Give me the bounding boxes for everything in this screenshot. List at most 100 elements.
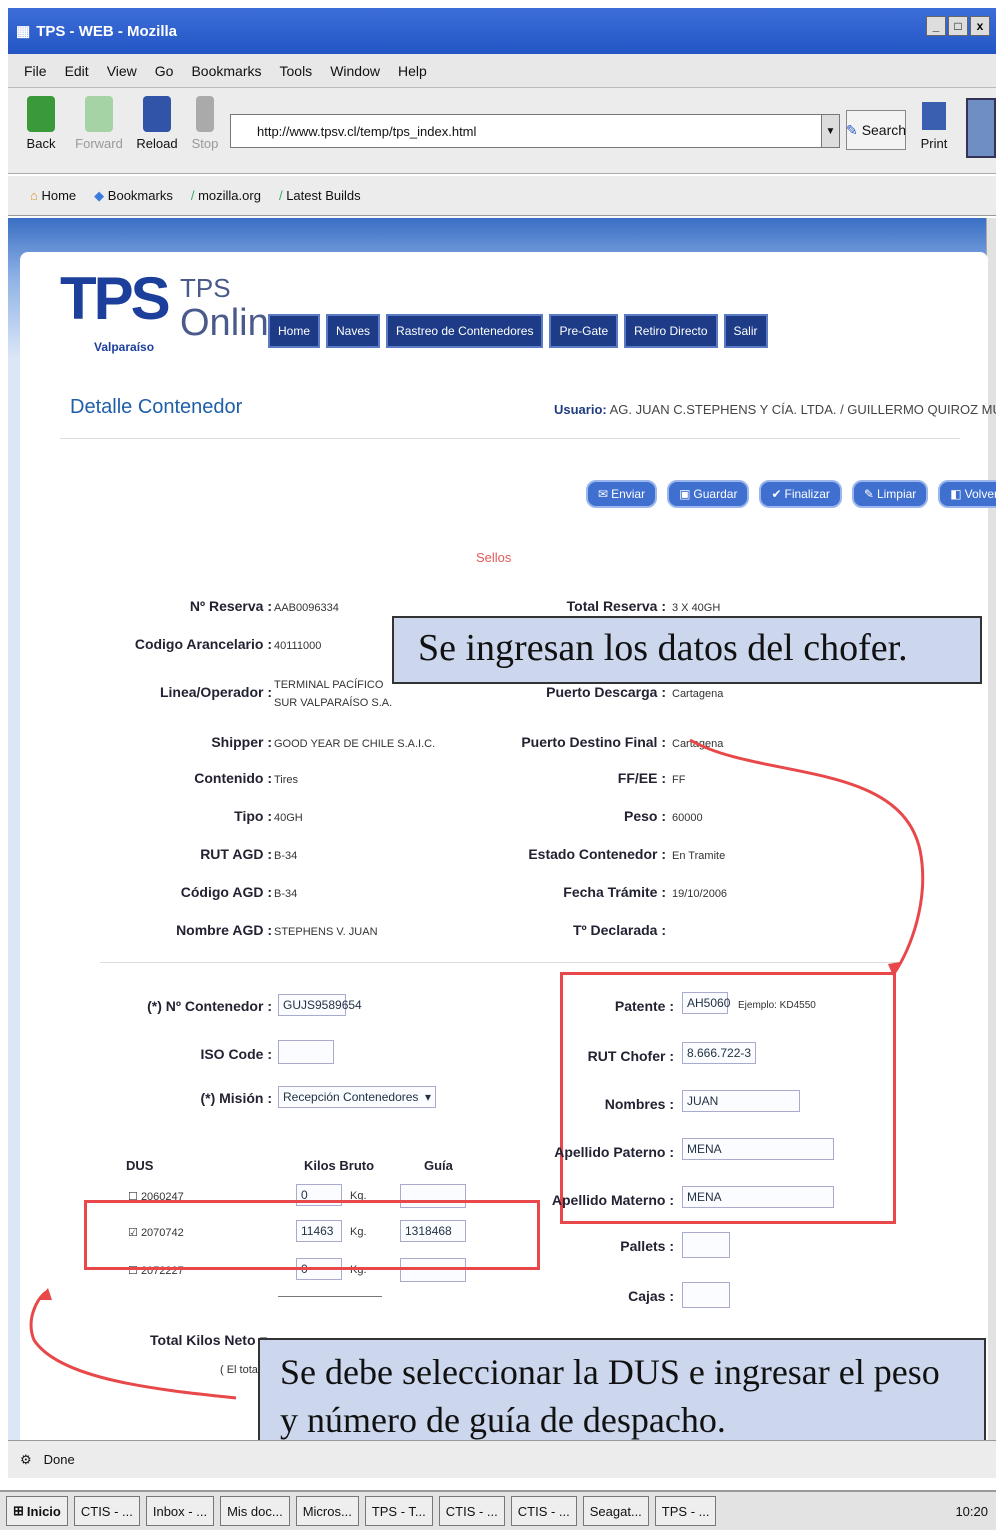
linea-label: Linea/Operador : (159, 684, 272, 700)
menu-file[interactable]: File (24, 63, 47, 79)
menu-tools[interactable]: Tools (280, 63, 313, 79)
menu-bookmarks[interactable]: Bookmarks (191, 63, 261, 79)
taskbar-item[interactable]: Inbox - ... (145, 1496, 215, 1526)
tps-logo: TPS Valparaíso (60, 264, 171, 354)
back-button[interactable]: Back (14, 96, 68, 151)
minimize-button[interactable]: _ (926, 16, 946, 36)
iso-label: ISO Code : (200, 1046, 272, 1062)
menu-naves[interactable]: Naves (326, 314, 381, 348)
menu-pregate[interactable]: Pre-Gate (549, 314, 619, 348)
search-icon: ✎ (845, 121, 858, 138)
bookmark-latest[interactable]: / Latest Builds (279, 188, 361, 203)
print-button[interactable]: Print (914, 102, 954, 151)
start-button[interactable]: ⊞ Inicio (6, 1496, 68, 1526)
user-label: Usuario: (554, 402, 607, 417)
peso-label: Peso : (623, 808, 666, 824)
url-dropdown-icon[interactable]: ▼ (821, 115, 839, 147)
codigo-agd-value: B-34 (274, 888, 298, 900)
nombre-agd-label: Nombre AGD : (176, 922, 272, 938)
taskbar-item[interactable]: CTIS - ... (438, 1496, 505, 1526)
codigo-agd-label: Código AGD : (180, 884, 272, 900)
start-label: Inicio (26, 1503, 61, 1519)
volver-button[interactable]: ◧ Volver (938, 480, 996, 508)
cajas-input[interactable] (682, 1282, 730, 1308)
fecha-label: Fecha Trámite : (563, 884, 666, 900)
enviar-label: Enviar (611, 487, 646, 501)
navigation-toolbar: Back Forward Reload Stop http://www.tpsv… (8, 88, 996, 174)
menu-retiro[interactable]: Retiro Directo (624, 314, 718, 348)
taskbar-item[interactable]: CTIS - ... (73, 1496, 140, 1526)
divider (60, 438, 960, 439)
taskbar-item[interactable]: CTIS - ... (510, 1496, 577, 1526)
maximize-button[interactable]: □ (948, 16, 968, 36)
taskbar-item[interactable]: TPS - T... (364, 1496, 433, 1526)
reload-button[interactable]: Reload (130, 96, 184, 151)
link-icon: / (190, 188, 195, 203)
menu-salir[interactable]: Salir (723, 314, 768, 348)
estado-label: Estado Contenedor : (528, 846, 666, 862)
back-arrow-icon (27, 96, 55, 132)
temp-label: Tº Declarada : (572, 922, 666, 938)
bookmark-mozilla[interactable]: / mozilla.org (191, 188, 261, 203)
menu-edit[interactable]: Edit (65, 63, 89, 79)
windows-logo-icon: ⊞ (13, 1503, 24, 1518)
annotation-driver: Se ingresan los datos del chofer. (392, 616, 982, 684)
nombres-label: Nombres : (604, 1096, 674, 1112)
bookmarks-icon: ◆ (94, 187, 105, 203)
taskbar-item[interactable]: Micros... (295, 1496, 359, 1526)
menu-go[interactable]: Go (155, 63, 174, 79)
kilos-header: Kilos Bruto (304, 1158, 375, 1173)
bookmark-bookmarks[interactable]: ◆ Bookmarks (94, 188, 173, 204)
search-button[interactable]: ✎ Search (846, 110, 906, 150)
total-kilos-label: Total Kilos Neto = (150, 1332, 268, 1348)
ffee-value: FF (672, 774, 686, 786)
guia-header: Guía (424, 1158, 453, 1173)
taskbar-item[interactable]: Mis doc... (220, 1496, 290, 1526)
paterno-input[interactable]: MENA (682, 1138, 834, 1160)
stop-button[interactable]: Stop (178, 96, 232, 151)
forward-label: Forward (75, 136, 123, 151)
menu-view[interactable]: View (107, 63, 137, 79)
volver-label: Volver (964, 487, 996, 501)
forward-button[interactable]: Forward (72, 96, 126, 151)
mision-select[interactable]: Recepción Contenedores ▾ (278, 1086, 436, 1108)
page-panel: TPS Valparaíso TPS Online Home Naves Ras… (20, 252, 996, 1440)
url-bar[interactable]: http://www.tpsv.cl/temp/tps_index.html ▼ (230, 114, 840, 148)
guardar-button[interactable]: ▣ Guardar (667, 480, 750, 508)
reload-label: Reload (136, 136, 178, 151)
patente-input[interactable]: AH5060 (682, 992, 730, 1014)
finalizar-button[interactable]: ✔ Finalizar (759, 480, 842, 508)
sellos-link[interactable]: Sellos (476, 550, 511, 565)
bookmark-home[interactable]: ⌂ Home (30, 188, 76, 203)
menu-help[interactable]: Help (398, 63, 427, 79)
taskbar-item[interactable]: Seagat... (582, 1496, 649, 1526)
rut-agd-value: B-34 (274, 850, 298, 862)
menu-rastreo[interactable]: Rastreo de Contenedores (386, 314, 544, 348)
pallets-input[interactable] (682, 1232, 730, 1258)
page-title: Detalle Contenedor (70, 396, 243, 418)
contenedor-input[interactable]: GUJS9589654 (278, 994, 362, 1016)
iso-input[interactable] (278, 1040, 334, 1064)
menu-home[interactable]: Home (268, 314, 321, 348)
eraser-icon: ✎ (863, 487, 874, 501)
materno-input[interactable]: MENA (682, 1186, 834, 1208)
reload-icon (143, 96, 171, 132)
patente-example: Ejemplo: KD4550 (738, 1000, 816, 1011)
shipper-label: Shipper : (211, 734, 272, 750)
throbber-icon (966, 98, 996, 158)
rut-chofer-input[interactable]: 8.666.722-3 (682, 1042, 756, 1064)
taskbar: ⊞ Inicio CTIS - ... Inbox - ... Mis doc..… (0, 1490, 996, 1530)
send-icon: ✉ (598, 487, 609, 501)
taskbar-item[interactable]: TPS - ... (654, 1496, 717, 1526)
arancelario-value: 40111000 (274, 640, 322, 652)
menu-window[interactable]: Window (330, 63, 380, 79)
puerto-descarga-label: Puerto Descarga : (546, 684, 666, 700)
close-button[interactable]: x (970, 16, 990, 36)
window-title: TPS - WEB - Mozilla (36, 22, 178, 40)
clock: 10:20 (955, 1503, 988, 1519)
enviar-button[interactable]: ✉ Enviar (586, 480, 658, 508)
status-icon: ⚙ (20, 1451, 32, 1467)
limpiar-button[interactable]: ✎ Limpiar (851, 480, 929, 508)
nombres-input[interactable]: JUAN (682, 1090, 800, 1112)
logo-text: TPS (60, 265, 171, 332)
